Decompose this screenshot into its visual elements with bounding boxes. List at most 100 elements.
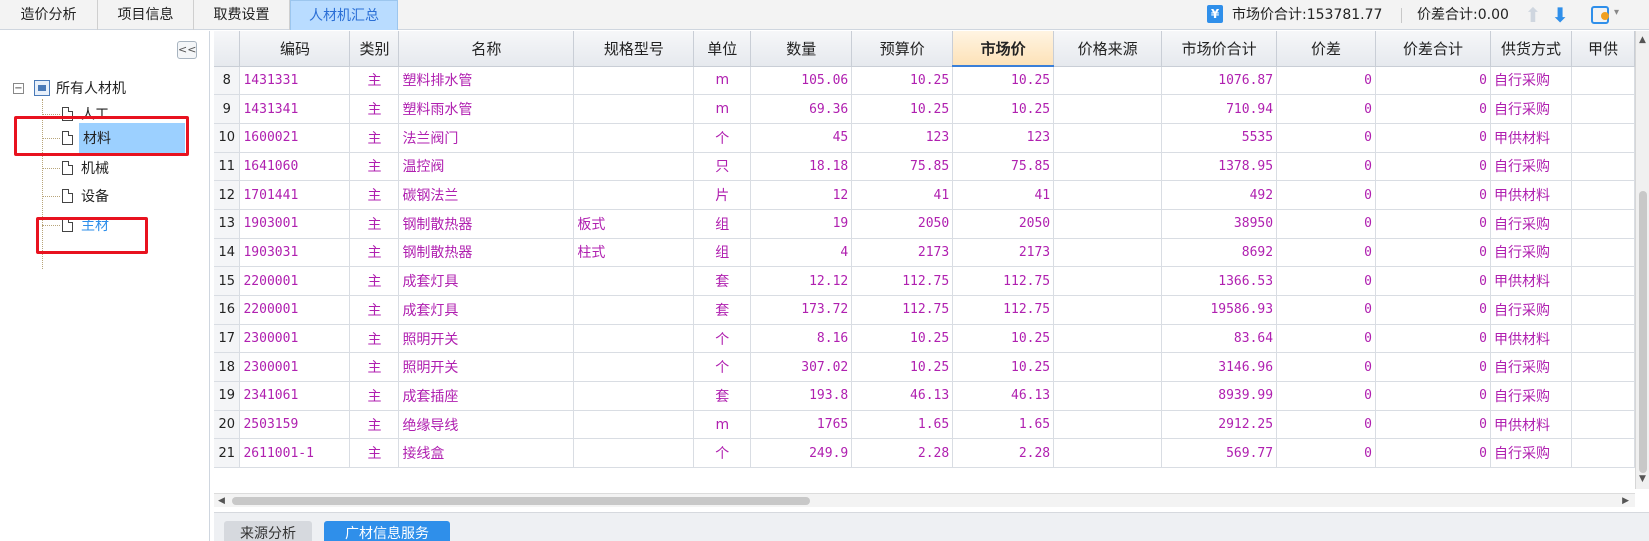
price-source-cell[interactable] (1053, 438, 1163, 469)
unit-cell[interactable]: 组 (693, 238, 752, 268)
column-header-spec[interactable]: 规格型号 (573, 31, 695, 67)
diff-total-cell[interactable]: 0 (1375, 381, 1491, 411)
supply-method-cell[interactable]: 甲供材料 (1490, 324, 1572, 354)
column-header-code[interactable]: 编码 (239, 31, 351, 67)
owner-supplied-cell[interactable] (1571, 381, 1635, 411)
table-row[interactable]: 10 1600021 主法兰阀门个 45 123 123 5535 0 0 甲供材料 (214, 123, 1635, 153)
supply-method-cell[interactable]: 自行采购 (1490, 94, 1572, 124)
unit-cell[interactable]: 套 (693, 381, 752, 411)
price-source-cell[interactable] (1053, 123, 1163, 153)
row-number-cell[interactable]: 9 (214, 94, 241, 124)
quantity-cell[interactable]: 12.12 (750, 266, 853, 296)
tree-root[interactable]: − 所有人材机 (13, 78, 126, 98)
price-diff-cell[interactable]: 0 (1276, 152, 1376, 182)
move-up-icon[interactable]: ⬆ (1524, 4, 1542, 26)
code-cell[interactable]: 2341061 (239, 381, 351, 411)
name-cell[interactable]: 碳钢法兰 (398, 180, 575, 210)
supply-method-cell[interactable]: 自行采购 (1490, 152, 1572, 182)
budget-price-cell[interactable]: 2.28 (851, 438, 954, 469)
row-number-cell[interactable]: 8 (214, 66, 241, 96)
owner-supplied-cell[interactable] (1571, 123, 1635, 153)
owner-supplied-cell[interactable] (1571, 238, 1635, 268)
table-row[interactable]: 9 1431341 主塑料雨水管 m 69.36 10.25 10.25 710.94 0 0 自行… (214, 94, 1635, 124)
diff-total-cell[interactable]: 0 (1375, 438, 1491, 469)
name-cell[interactable]: 成套插座 (398, 381, 575, 411)
column-header-unit[interactable]: 单位 (693, 31, 752, 67)
budget-price-cell[interactable]: 10.25 (851, 352, 954, 383)
supply-method-cell[interactable]: 自行采购 (1490, 438, 1572, 469)
price-source-cell[interactable] (1053, 381, 1163, 411)
row-number-cell[interactable]: 20 (214, 410, 241, 440)
budget-price-cell[interactable]: 46.13 (851, 381, 954, 411)
vertical-scrollbar[interactable]: ▲ ▼ (1635, 31, 1649, 489)
code-cell[interactable]: 1903031 (239, 238, 351, 268)
collapse-node-icon[interactable]: − (13, 82, 24, 94)
market-price-cell[interactable]: 2.28 (952, 438, 1055, 469)
quantity-cell[interactable]: 193.8 (750, 381, 853, 411)
table-row[interactable]: 12 1701441 主碳钢法兰片 12 41 41 492 0 0 甲供材料 (214, 180, 1635, 210)
spec-cell[interactable] (573, 180, 695, 210)
column-header-type[interactable]: 类别 (349, 31, 400, 67)
spec-cell[interactable] (573, 410, 695, 440)
type-cell[interactable]: 主 (349, 238, 400, 268)
owner-supplied-cell[interactable] (1571, 94, 1635, 124)
tab-fee-settings[interactable]: 取费设置 (194, 0, 290, 30)
price-diff-cell[interactable]: 0 (1276, 266, 1376, 296)
market-total-cell[interactable]: 1378.95 (1161, 152, 1278, 182)
market-price-cell[interactable]: 10.25 (952, 66, 1055, 96)
budget-price-cell[interactable]: 41 (851, 180, 954, 210)
market-total-cell[interactable]: 8692 (1161, 238, 1278, 268)
name-cell[interactable]: 塑料排水管 (398, 66, 575, 96)
budget-price-cell[interactable]: 2173 (851, 238, 954, 268)
code-cell[interactable]: 1431341 (239, 94, 351, 124)
column-header-budget-price[interactable]: 预算价 (851, 31, 954, 67)
quantity-cell[interactable]: 18.18 (750, 152, 853, 182)
market-total-cell[interactable]: 1366.53 (1161, 266, 1278, 296)
type-cell[interactable]: 主 (349, 94, 400, 124)
code-cell[interactable]: 1600021 (239, 123, 351, 153)
scroll-right-icon[interactable]: ▶ (1622, 494, 1629, 508)
market-price-cell[interactable]: 10.25 (952, 324, 1055, 354)
code-cell[interactable]: 2300001 (239, 324, 351, 354)
price-diff-cell[interactable]: 0 (1276, 324, 1376, 354)
price-source-cell[interactable] (1053, 324, 1163, 354)
name-cell[interactable]: 成套灯具 (398, 266, 575, 296)
name-cell[interactable]: 塑料雨水管 (398, 94, 575, 124)
diff-total-cell[interactable]: 0 (1375, 266, 1491, 296)
unit-cell[interactable]: 只 (693, 152, 752, 182)
unit-cell[interactable]: 套 (693, 266, 752, 296)
price-source-cell[interactable] (1053, 410, 1163, 440)
column-header-owner-supplied[interactable]: 甲供 (1571, 31, 1635, 67)
market-total-cell[interactable]: 1076.87 (1161, 66, 1278, 96)
table-row[interactable]: 19 2341061 主成套插座套 193.8 46.13 46.13 8939.99 0 0 自… (214, 381, 1635, 411)
price-diff-cell[interactable]: 0 (1276, 295, 1376, 325)
owner-supplied-cell[interactable] (1571, 152, 1635, 182)
unit-cell[interactable]: 个 (693, 352, 752, 383)
spec-cell[interactable] (573, 324, 695, 354)
table-row[interactable]: 18 2300001 主照明开关个 307.02 10.25 10.25 3146.96 0 0… (214, 352, 1635, 383)
column-header-name[interactable]: 名称 (398, 31, 575, 67)
price-source-cell[interactable] (1053, 238, 1163, 268)
type-cell[interactable]: 主 (349, 410, 400, 440)
spec-cell[interactable] (573, 123, 695, 153)
table-row[interactable]: 21 2611001-1 主接线盒个 249.9 2.28 2.28 569.77 0 0 自行采… (214, 438, 1635, 469)
tools-icon[interactable] (1591, 6, 1609, 24)
name-cell[interactable]: 法兰阀门 (398, 123, 575, 153)
column-header-diff-total[interactable]: 价差合计 (1375, 31, 1491, 67)
name-cell[interactable]: 成套灯具 (398, 295, 575, 325)
code-cell[interactable]: 2503159 (239, 410, 351, 440)
row-number-cell[interactable]: 11 (214, 152, 241, 182)
unit-cell[interactable]: 套 (693, 295, 752, 325)
scroll-up-icon[interactable]: ▲ (1639, 35, 1646, 45)
price-diff-cell[interactable]: 0 (1276, 410, 1376, 440)
column-header-price-source[interactable]: 价格来源 (1053, 31, 1163, 67)
market-price-cell[interactable]: 46.13 (952, 381, 1055, 411)
supply-method-cell[interactable]: 甲供材料 (1490, 266, 1572, 296)
supply-method-cell[interactable]: 自行采购 (1490, 209, 1572, 239)
unit-cell[interactable]: 个 (693, 438, 752, 469)
market-total-cell[interactable]: 569.77 (1161, 438, 1278, 469)
diff-total-cell[interactable]: 0 (1375, 295, 1491, 325)
spec-cell[interactable] (573, 94, 695, 124)
quantity-cell[interactable]: 12 (750, 180, 853, 210)
diff-total-cell[interactable]: 0 (1375, 352, 1491, 383)
